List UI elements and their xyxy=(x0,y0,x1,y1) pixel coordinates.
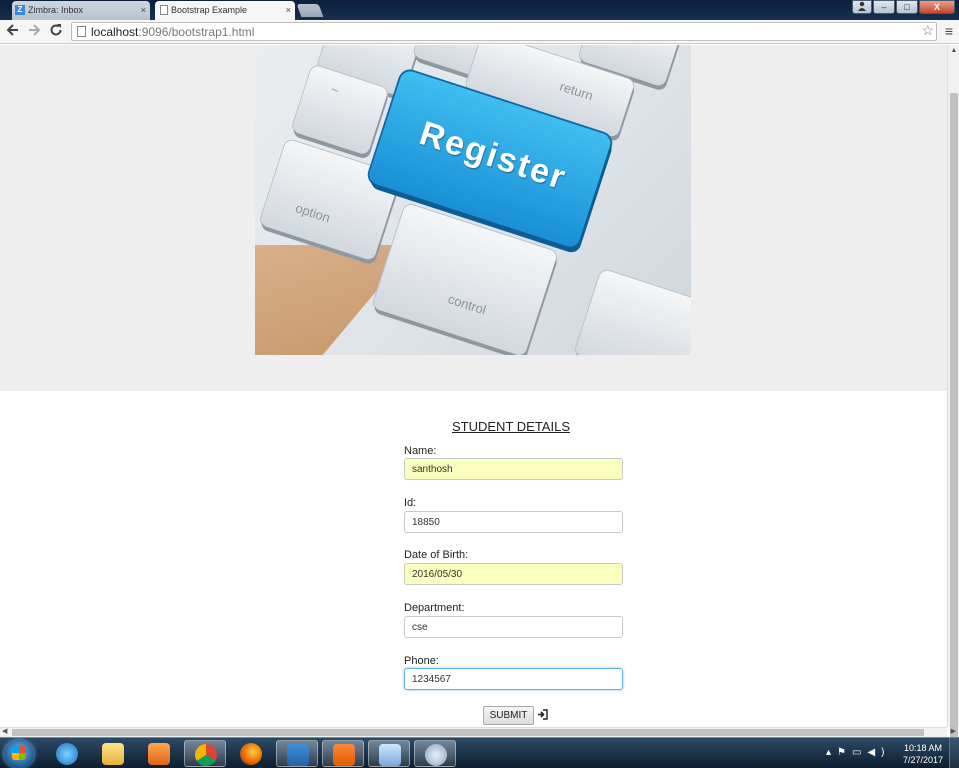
reload-icon[interactable] xyxy=(47,23,65,41)
taskbar-visual-studio[interactable] xyxy=(276,740,318,767)
name-input[interactable] xyxy=(404,458,623,480)
vertical-scrollbar[interactable]: ▲ xyxy=(947,45,959,757)
browser-toolbar: localhost:9096/bootstrap1.html ☆ ≡ xyxy=(0,20,959,44)
taskbar-chrome[interactable] xyxy=(184,740,226,767)
keyboard-key xyxy=(574,268,691,355)
taskbar-xampp[interactable] xyxy=(322,740,364,767)
taskbar-internet-explorer[interactable] xyxy=(46,740,88,767)
scroll-right-arrow-icon[interactable]: ▶ xyxy=(951,727,956,735)
taskbar-media-player[interactable] xyxy=(138,740,180,767)
scrollbar-thumb[interactable] xyxy=(12,729,924,736)
scroll-up-arrow-icon[interactable]: ▲ xyxy=(948,45,959,57)
page-icon xyxy=(77,26,86,37)
volume-icon[interactable]: ◀) xyxy=(867,747,890,758)
scroll-left-arrow-icon[interactable]: ◀ xyxy=(2,727,7,735)
address-url: localhost:9096/bootstrap1.html xyxy=(91,25,255,39)
tab-label: Bootstrap Example xyxy=(171,5,248,15)
tab-close-icon[interactable]: × xyxy=(286,1,291,19)
zimbra-icon: Z xyxy=(15,5,25,15)
app-icon xyxy=(425,744,447,766)
user-icon[interactable] xyxy=(852,0,872,14)
dob-label: Date of Birth: xyxy=(404,549,469,561)
page-icon xyxy=(160,5,168,15)
id-input[interactable] xyxy=(404,511,623,533)
show-hidden-icons-icon[interactable]: ▴ xyxy=(826,747,837,758)
taskbar-file-explorer[interactable] xyxy=(92,740,134,767)
tab-label: Zimbra: Inbox xyxy=(28,5,84,15)
log-in-icon xyxy=(537,709,548,723)
clock-date: 7/27/2017 xyxy=(902,755,943,765)
start-button[interactable] xyxy=(4,740,34,768)
name-label: Name: xyxy=(404,445,437,457)
tray-icons[interactable]: ▴⚑▭◀) xyxy=(826,747,890,758)
register-keyboard-image: return ~ option control Register xyxy=(255,45,691,355)
window-controls: – □ X xyxy=(851,0,955,14)
phone-label: Phone: xyxy=(404,655,439,667)
address-bar[interactable]: localhost:9096/bootstrap1.html ☆ xyxy=(71,22,937,41)
department-input[interactable] xyxy=(404,616,623,638)
close-window-button[interactable]: X xyxy=(919,0,955,14)
taskbar-firefox[interactable] xyxy=(230,740,272,767)
scrollbar-thumb[interactable] xyxy=(950,93,958,757)
tab-close-icon[interactable]: × xyxy=(141,1,146,19)
folder-icon xyxy=(102,743,124,765)
new-tab-button[interactable] xyxy=(296,4,324,17)
maximize-button[interactable]: □ xyxy=(896,0,918,14)
browser-tab-strip: Z Zimbra: Inbox × Bootstrap Example × – … xyxy=(0,0,959,20)
network-icon[interactable]: ▭ xyxy=(852,747,867,758)
bookmark-star-icon[interactable]: ☆ xyxy=(921,22,934,39)
department-label: Department: xyxy=(404,602,465,614)
action-center-flag-icon[interactable]: ⚑ xyxy=(837,747,852,758)
id-label: Id: xyxy=(404,497,417,509)
menu-hamburger-icon[interactable]: ≡ xyxy=(945,24,953,38)
submit-button[interactable]: SUBMIT xyxy=(483,706,534,725)
back-arrow-icon[interactable] xyxy=(4,23,22,41)
taskbar-clock[interactable]: 10:18 AM 7/27/2017 xyxy=(903,742,943,766)
visual-studio-icon xyxy=(287,744,309,766)
tab-zimbra-inbox[interactable]: Z Zimbra: Inbox × xyxy=(12,1,150,20)
paint-icon xyxy=(379,744,401,766)
windows-taskbar: ▴⚑▭◀) 10:18 AM 7/27/2017 xyxy=(0,737,959,768)
clock-time: 10:18 AM xyxy=(903,743,942,753)
taskbar-paint[interactable] xyxy=(368,740,410,767)
show-desktop-button[interactable] xyxy=(949,738,959,768)
page-viewport: return ~ option control Register STUDENT xyxy=(0,45,947,727)
screen: Z Zimbra: Inbox × Bootstrap Example × – … xyxy=(0,0,959,768)
internet-explorer-icon xyxy=(56,743,78,765)
jumbotron: return ~ option control Register xyxy=(0,45,947,391)
xampp-icon xyxy=(333,744,355,766)
firefox-icon xyxy=(240,743,262,765)
taskbar-other-app[interactable] xyxy=(414,740,456,767)
forward-arrow-icon[interactable] xyxy=(25,23,43,41)
minimize-button[interactable]: – xyxy=(873,0,895,14)
system-tray: ▴⚑▭◀) 10:18 AM 7/27/2017 xyxy=(822,738,959,768)
horizontal-scrollbar[interactable]: ◀ ▶ xyxy=(0,727,956,737)
tab-bootstrap-example[interactable]: Bootstrap Example × xyxy=(155,1,295,20)
chrome-icon xyxy=(195,744,217,766)
media-player-icon xyxy=(148,743,170,765)
dob-input[interactable] xyxy=(404,563,623,585)
phone-input[interactable] xyxy=(404,668,623,690)
form-title: STUDENT DETAILS xyxy=(452,419,570,434)
windows-logo-icon xyxy=(12,746,26,760)
